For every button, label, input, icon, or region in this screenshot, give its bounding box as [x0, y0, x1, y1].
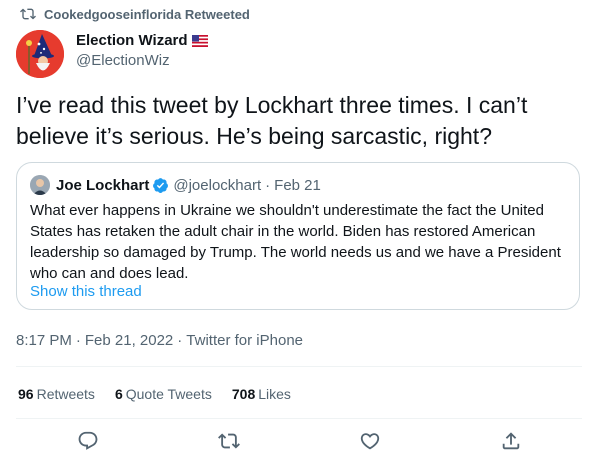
retweets-stat[interactable]: 96 Retweets [18, 386, 95, 402]
quoted-avatar [30, 175, 50, 195]
like-icon [360, 433, 380, 450]
author-name[interactable]: Election Wizard [76, 32, 188, 49]
retweet-context-text: Cookedgooseinflorida Retweeted [44, 6, 250, 22]
quoted-tweet-card[interactable]: Joe Lockhart @joelockhart · Feb 21 What … [16, 162, 580, 310]
author-handle[interactable]: @ElectionWiz [76, 52, 208, 69]
tweet-meta: 8:17 PM · Feb 21, 2022 · Twitter for iPh… [16, 332, 303, 349]
action-bar [0, 430, 598, 454]
quoted-tweet-header: Joe Lockhart @joelockhart · Feb 21 [30, 175, 321, 195]
tweet-date[interactable]: Feb 21, 2022 [85, 332, 173, 349]
person-avatar-image [30, 175, 50, 195]
author-row: Election Wizard @ElectionWiz [16, 30, 208, 78]
likes-label: Likes [258, 386, 291, 402]
quote-tweets-stat[interactable]: 6 Quote Tweets [115, 386, 212, 402]
retweets-count: 96 [18, 386, 34, 402]
retweet-icon [218, 433, 240, 449]
author-name-line[interactable]: Election Wizard [76, 32, 208, 49]
tweet-text: I’ve read this tweet by Lockhart three t… [16, 92, 528, 149]
us-flag-icon [191, 34, 208, 47]
quote-tweets-count: 6 [114, 386, 123, 402]
likes-count: 708 [231, 386, 256, 402]
likes-stat[interactable]: 708 Likes [232, 386, 291, 402]
share-button[interactable] [500, 430, 522, 452]
divider [16, 366, 582, 367]
retweet-context[interactable]: Cookedgooseinflorida Retweeted [20, 6, 250, 22]
wizard-avatar-image [16, 30, 64, 78]
tweet: Cookedgooseinflorida Retweeted Election … [0, 0, 598, 467]
reply-icon [78, 431, 98, 450]
retweet-button[interactable] [218, 430, 240, 452]
like-button[interactable] [359, 430, 381, 452]
avatar[interactable] [16, 30, 64, 78]
quote-tweets-label: Quote Tweets [125, 386, 212, 402]
tweet-time[interactable]: 8:17 PM [16, 332, 72, 349]
quoted-author-name: Joe Lockhart [56, 176, 150, 194]
quoted-date: Feb 21 [274, 176, 321, 194]
divider [16, 418, 582, 419]
quoted-separator: · [265, 176, 271, 194]
author-names: Election Wizard @ElectionWiz [76, 32, 208, 69]
meta-separator: · [177, 332, 183, 349]
verified-badge-icon [153, 177, 169, 193]
retweets-label: Retweets [36, 386, 95, 402]
tweet-source[interactable]: Twitter for iPhone [186, 332, 303, 349]
quoted-tweet-text: What ever happens in Ukraine we shouldn'… [30, 202, 561, 282]
quoted-author-handle: @joelockhart [173, 176, 262, 194]
retweet-icon [20, 8, 36, 20]
meta-separator: · [75, 332, 81, 349]
reply-button[interactable] [77, 430, 99, 452]
show-thread-link[interactable]: Show this thread [30, 283, 142, 300]
share-icon [502, 432, 520, 450]
tweet-stats: 96 Retweets 6 Quote Tweets 708 Likes [18, 386, 311, 402]
